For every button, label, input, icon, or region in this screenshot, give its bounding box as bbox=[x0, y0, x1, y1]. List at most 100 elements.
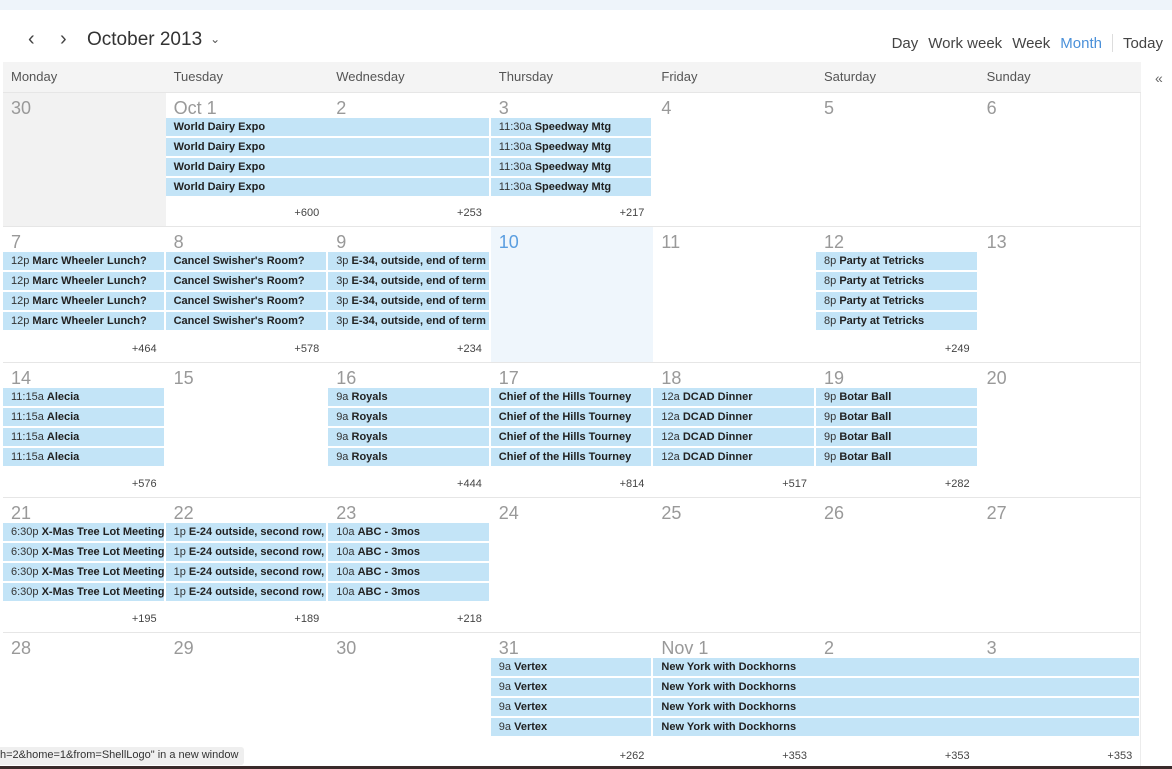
day-cell[interactable]: 27 bbox=[978, 497, 1142, 632]
calendar-event[interactable]: 11:15a Alecia bbox=[3, 448, 164, 466]
calendar-event[interactable]: 9a Royals bbox=[328, 448, 489, 466]
more-events-link[interactable]: +195 bbox=[132, 613, 157, 625]
day-cell[interactable]: 25 bbox=[653, 497, 816, 632]
calendar-event[interactable]: 10a ABC - 3mos bbox=[328, 523, 489, 541]
calendar-event[interactable]: World Dairy Expo bbox=[165, 178, 489, 196]
calendar-event[interactable]: 9a Royals bbox=[328, 388, 489, 406]
calendar-event[interactable]: 9a Vertex bbox=[490, 698, 652, 716]
calendar-event[interactable]: 3p E-34, outside, end of term bbox=[328, 312, 489, 330]
view-month[interactable]: Month bbox=[1060, 35, 1102, 52]
calendar-event[interactable]: 12a DCAD Dinner bbox=[653, 428, 814, 446]
calendar-event[interactable]: 11:30a Speedway Mtg bbox=[490, 178, 652, 196]
day-cell[interactable]: 5 bbox=[816, 92, 979, 226]
day-cell[interactable]: 11 bbox=[653, 226, 816, 362]
more-events-link[interactable]: +253 bbox=[457, 207, 482, 219]
calendar-event[interactable]: 11:30a Speedway Mtg bbox=[490, 158, 652, 176]
day-cell[interactable]: 13 bbox=[978, 226, 1142, 362]
calendar-event[interactable]: 1p E-24 outside, second row, bbox=[165, 543, 327, 561]
calendar-event[interactable]: Chief of the Hills Tourney bbox=[490, 448, 652, 466]
calendar-event[interactable]: 1p E-24 outside, second row, bbox=[165, 563, 327, 581]
day-cell[interactable]: 24 bbox=[490, 497, 654, 632]
calendar-event[interactable]: 9a Royals bbox=[328, 408, 489, 426]
more-events-link[interactable]: +517 bbox=[782, 478, 807, 490]
calendar-event[interactable]: New York with Dockhorns bbox=[653, 658, 1140, 676]
calendar-event[interactable]: 6:30p X-Mas Tree Lot Meeting bbox=[3, 583, 164, 601]
calendar-event[interactable]: Chief of the Hills Tourney bbox=[490, 388, 652, 406]
view-work-week[interactable]: Work week bbox=[928, 35, 1002, 52]
calendar-event[interactable]: 1p E-24 outside, second row, bbox=[165, 523, 327, 541]
calendar-event[interactable]: New York with Dockhorns bbox=[653, 698, 1140, 716]
more-events-link[interactable]: +217 bbox=[620, 207, 645, 219]
calendar-event[interactable]: 8p Party at Tetricks bbox=[816, 312, 977, 330]
calendar-event[interactable]: 12a DCAD Dinner bbox=[653, 388, 814, 406]
calendar-event[interactable]: 11:30a Speedway Mtg bbox=[490, 138, 652, 156]
more-events-link[interactable]: +282 bbox=[945, 478, 970, 490]
calendar-event[interactable]: 8p Party at Tetricks bbox=[816, 252, 977, 270]
calendar-event[interactable]: 12a DCAD Dinner bbox=[653, 408, 814, 426]
view-week[interactable]: Week bbox=[1012, 35, 1050, 52]
calendar-event[interactable]: 8p Party at Tetricks bbox=[816, 272, 977, 290]
more-events-link[interactable]: +249 bbox=[945, 343, 970, 355]
calendar-event[interactable]: 10a ABC - 3mos bbox=[328, 563, 489, 581]
calendar-event[interactable]: 9p Botar Ball bbox=[816, 388, 977, 406]
calendar-event[interactable]: 11:30a Speedway Mtg bbox=[490, 118, 652, 136]
more-events-link[interactable]: +234 bbox=[457, 343, 482, 355]
calendar-event[interactable]: 6:30p X-Mas Tree Lot Meeting bbox=[3, 543, 164, 561]
calendar-event[interactable]: Chief of the Hills Tourney bbox=[490, 408, 652, 426]
calendar-event[interactable]: 10a ABC - 3mos bbox=[328, 583, 489, 601]
calendar-event[interactable]: 9p Botar Ball bbox=[816, 428, 977, 446]
calendar-event[interactable]: 3p E-34, outside, end of term bbox=[328, 292, 489, 310]
calendar-event[interactable]: 8p Party at Tetricks bbox=[816, 292, 977, 310]
calendar-event[interactable]: 6:30p X-Mas Tree Lot Meeting bbox=[3, 563, 164, 581]
today-button[interactable]: Today bbox=[1123, 35, 1163, 52]
calendar-event[interactable]: 12a DCAD Dinner bbox=[653, 448, 814, 466]
calendar-event[interactable]: 12p Marc Wheeler Lunch? bbox=[3, 252, 164, 270]
calendar-event[interactable]: World Dairy Expo bbox=[165, 158, 489, 176]
previous-month-button[interactable]: ‹ bbox=[28, 28, 35, 50]
more-events-link[interactable]: +576 bbox=[132, 478, 157, 490]
day-cell[interactable]: 10 bbox=[490, 226, 654, 362]
day-cell[interactable]: 26 bbox=[816, 497, 979, 632]
more-events-link[interactable]: +353 bbox=[782, 750, 807, 762]
calendar-event[interactable]: 6:30p X-Mas Tree Lot Meeting bbox=[3, 523, 164, 541]
calendar-event[interactable]: 9p Botar Ball bbox=[816, 408, 977, 426]
more-events-link[interactable]: +262 bbox=[620, 750, 645, 762]
calendar-event[interactable]: 12p Marc Wheeler Lunch? bbox=[3, 312, 164, 330]
calendar-event[interactable]: 11:15a Alecia bbox=[3, 388, 164, 406]
calendar-event[interactable]: 3p E-34, outside, end of term bbox=[328, 272, 489, 290]
day-cell[interactable]: 30 bbox=[3, 92, 166, 226]
calendar-event[interactable]: 9a Vertex bbox=[490, 658, 652, 676]
more-events-link[interactable]: +189 bbox=[294, 613, 319, 625]
calendar-event[interactable]: World Dairy Expo bbox=[165, 118, 489, 136]
calendar-event[interactable]: 11:15a Alecia bbox=[3, 408, 164, 426]
calendar-event[interactable]: Cancel Swisher's Room? bbox=[165, 272, 327, 290]
month-picker[interactable]: October 2013 ⌄ bbox=[87, 28, 220, 53]
calendar-event[interactable]: 12p Marc Wheeler Lunch? bbox=[3, 272, 164, 290]
calendar-event[interactable]: 9a Royals bbox=[328, 428, 489, 446]
more-events-link[interactable]: +353 bbox=[945, 750, 970, 762]
more-events-link[interactable]: +353 bbox=[1107, 750, 1132, 762]
view-day[interactable]: Day bbox=[892, 35, 919, 52]
calendar-event[interactable]: World Dairy Expo bbox=[165, 138, 489, 156]
calendar-event[interactable]: Cancel Swisher's Room? bbox=[165, 292, 327, 310]
calendar-event[interactable]: 12p Marc Wheeler Lunch? bbox=[3, 292, 164, 310]
day-cell[interactable]: 30 bbox=[328, 632, 491, 769]
calendar-event[interactable]: 1p E-24 outside, second row, bbox=[165, 583, 327, 601]
more-events-link[interactable]: +218 bbox=[457, 613, 482, 625]
calendar-event[interactable]: New York with Dockhorns bbox=[653, 718, 1140, 736]
calendar-event[interactable]: 3p E-34, outside, end of term bbox=[328, 252, 489, 270]
calendar-event[interactable]: 9a Vertex bbox=[490, 678, 652, 696]
more-events-link[interactable]: +600 bbox=[294, 207, 319, 219]
day-cell[interactable]: 4 bbox=[653, 92, 816, 226]
calendar-event[interactable]: Cancel Swisher's Room? bbox=[165, 312, 327, 330]
calendar-event[interactable]: New York with Dockhorns bbox=[653, 678, 1140, 696]
calendar-event[interactable]: Cancel Swisher's Room? bbox=[165, 252, 327, 270]
next-month-button[interactable]: › bbox=[60, 28, 67, 50]
day-cell[interactable]: 20 bbox=[978, 362, 1142, 497]
more-events-link[interactable]: +464 bbox=[132, 343, 157, 355]
collapse-pane-icon[interactable]: « bbox=[1155, 70, 1163, 86]
calendar-event[interactable]: Chief of the Hills Tourney bbox=[490, 428, 652, 446]
calendar-event[interactable]: 9p Botar Ball bbox=[816, 448, 977, 466]
more-events-link[interactable]: +814 bbox=[620, 478, 645, 490]
more-events-link[interactable]: +578 bbox=[294, 343, 319, 355]
